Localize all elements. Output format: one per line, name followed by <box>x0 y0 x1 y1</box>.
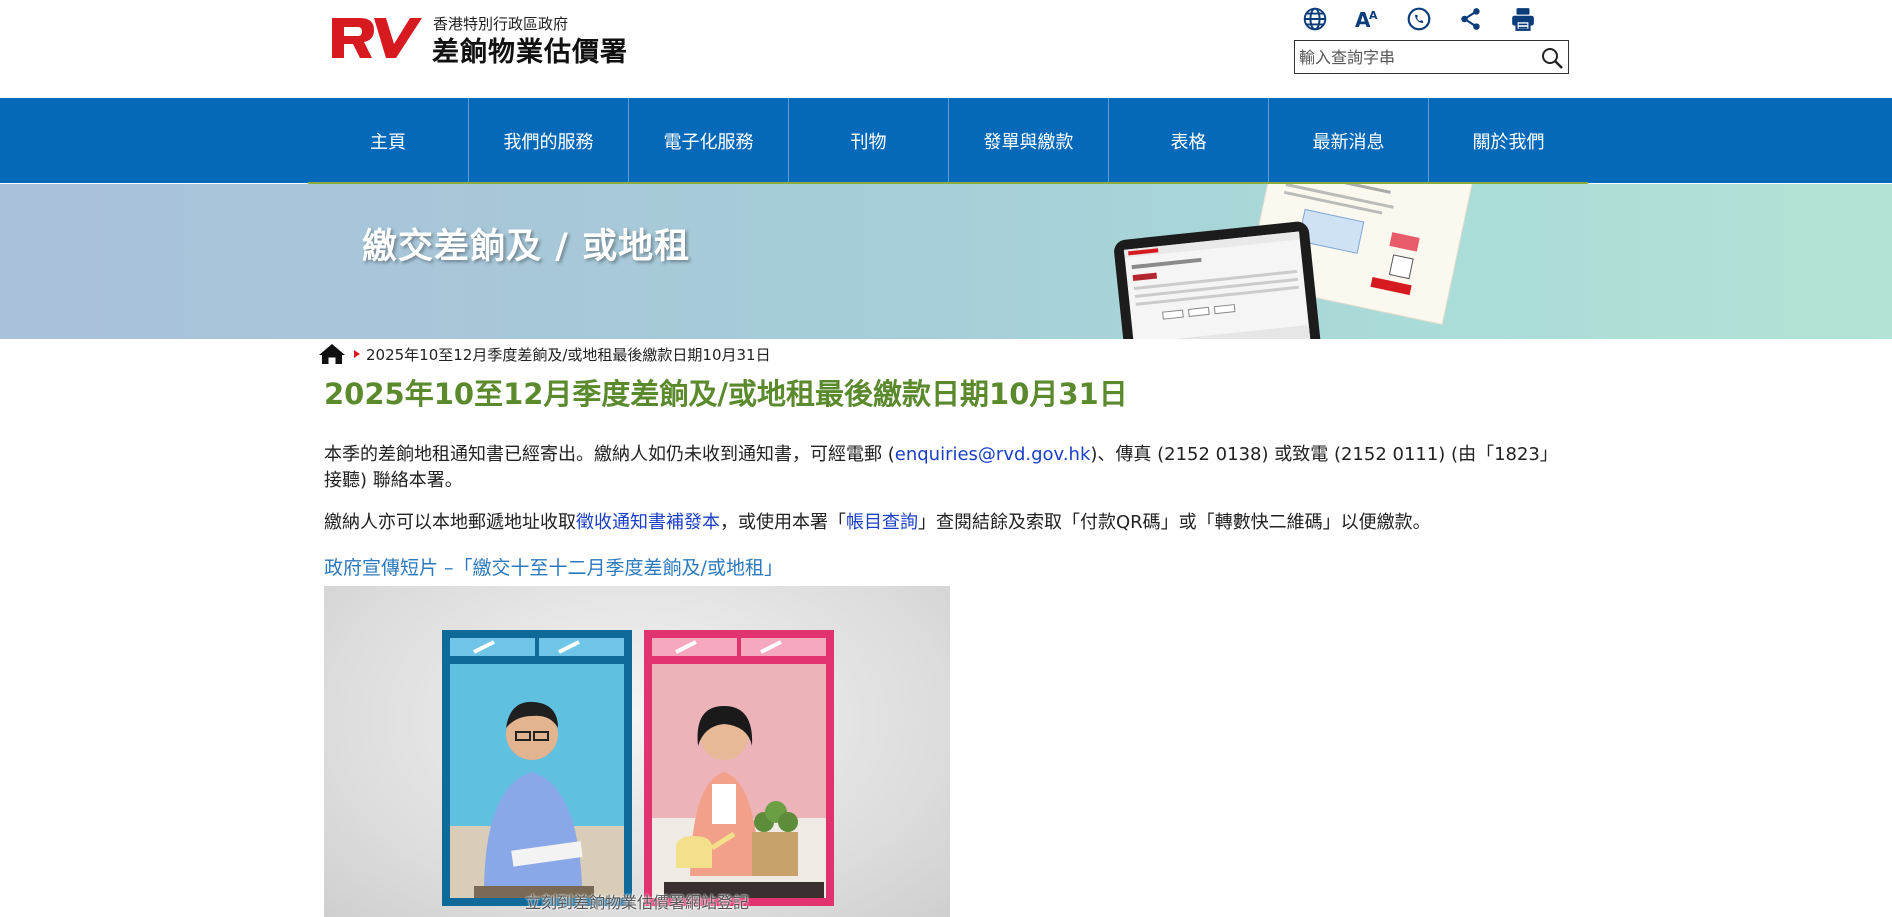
nav-item-our-services[interactable]: 我們的服務 <box>468 98 628 183</box>
promo-video[interactable]: 立刻到差餉物業估價署網站登記 <box>324 586 950 917</box>
notice-paragraph: 本季的差餉地租通知書已經寄出。繳納人如仍未收到通知書，可經電郵 (enquiri… <box>324 442 1574 494</box>
print-icon[interactable] <box>1508 4 1538 34</box>
rvd-logo[interactable] <box>330 14 422 62</box>
nav-item-billing-payment[interactable]: 發單與繳款 <box>948 98 1108 183</box>
search-icon[interactable] <box>1540 46 1564 70</box>
dept-name: 差餉物業估價署 <box>432 37 628 68</box>
banner-illustration <box>1114 184 1474 339</box>
breadcrumb: 2025年10至12月季度差餉及/或地租最後繳款日期10月31日 <box>318 342 771 366</box>
search-box <box>1294 40 1569 74</box>
video-frame-illustration <box>442 630 834 906</box>
phone-icon[interactable] <box>1404 4 1434 34</box>
email-link[interactable]: enquiries@rvd.gov.hk <box>895 444 1091 465</box>
nav-item-publications[interactable]: 刊物 <box>788 98 948 183</box>
banner-title: 繳交差餉及 / 或地租 <box>362 227 691 267</box>
nav-item-whats-new[interactable]: 最新消息 <box>1268 98 1428 183</box>
page-banner: 繳交差餉及 / 或地租 <box>0 184 1892 339</box>
nav-item-home[interactable]: 主頁 <box>308 98 468 183</box>
payment-text-after: 」查閱結餘及索取「付款QR碼」或「轉數快二維碼」以便繳款。 <box>918 512 1431 533</box>
duplicate-demand-note-link[interactable]: 徵收通知書補發本 <box>576 512 720 533</box>
notice-text-before: 本季的差餉地租通知書已經寄出。繳納人如仍未收到通知書，可經電郵 ( <box>324 444 895 465</box>
nav-items: 主頁 我們的服務 電子化服務 刊物 發單與繳款 表格 最新消息 關於我們 <box>308 98 1588 183</box>
svg-text:A: A <box>1369 9 1378 22</box>
breadcrumb-current: 2025年10至12月季度差餉及/或地租最後繳款日期10月31日 <box>366 345 771 364</box>
share-icon[interactable] <box>1456 4 1486 34</box>
home-icon[interactable] <box>318 342 346 366</box>
nav-item-forms[interactable]: 表格 <box>1108 98 1268 183</box>
account-enquiry-link[interactable]: 帳目查詢 <box>846 512 918 533</box>
payment-text-before: 繳納人亦可以本地郵遞地址收取 <box>324 512 576 533</box>
breadcrumb-arrow-icon <box>354 350 360 358</box>
globe-icon[interactable] <box>1300 4 1330 34</box>
search-input[interactable] <box>1297 43 1527 71</box>
video-caption: 立刻到差餉物業估價署網站登記 <box>524 893 749 912</box>
video-title-link[interactable]: 政府宣傳短片 –「繳交十至十二月季度差餉及/或地租」 <box>324 553 783 580</box>
main-nav: 主頁 我們的服務 電子化服務 刊物 發單與繳款 表格 最新消息 關於我們 <box>0 98 1892 183</box>
nav-item-about-us[interactable]: 關於我們 <box>1428 98 1588 183</box>
page-title: 2025年10至12月季度差餉及/或地租最後繳款日期10月31日 <box>324 377 1128 411</box>
payment-paragraph: 繳納人亦可以本地郵遞地址收取徵收通知書補發本，或使用本署「帳目查詢」查閱結餘及索… <box>324 510 1574 536</box>
font-size-icon[interactable]: A A <box>1352 4 1382 34</box>
site-header: 香港特別行政區政府 差餉物業估價署 A A <box>0 0 1892 98</box>
header-tools: A A <box>1300 4 1580 36</box>
nav-item-e-services[interactable]: 電子化服務 <box>628 98 788 183</box>
payment-text-middle: ，或使用本署「 <box>720 512 846 533</box>
